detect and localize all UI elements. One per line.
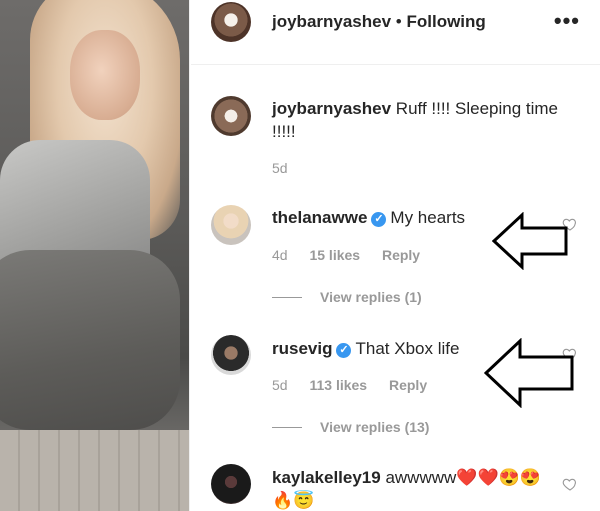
comment-time: 5d — [272, 377, 288, 393]
arrow-pointer-icon — [492, 212, 568, 270]
header-separator: • — [395, 12, 402, 31]
photo-floor — [0, 430, 190, 511]
header-username[interactable]: joybarnyashev — [272, 12, 391, 31]
comment-text-line2: 🔥😇 — [272, 491, 315, 510]
follow-status[interactable]: Following — [406, 12, 485, 31]
photo-face — [70, 30, 140, 120]
comment-username[interactable]: thelanawwe — [272, 208, 367, 227]
comment-username[interactable]: kaylakelley19 — [272, 468, 381, 487]
view-replies-line — [272, 427, 302, 428]
comment-text: That Xbox life — [355, 339, 460, 358]
photo-cushion — [0, 250, 180, 430]
comment-likes[interactable]: 113 likes — [309, 377, 367, 393]
post-header: joybarnyashev • Following — [272, 12, 486, 32]
caption: joybarnyashev Ruff !!!! Sleeping time !!… — [272, 97, 560, 143]
reply-button[interactable]: Reply — [389, 377, 427, 393]
comments-panel: joybarnyashev • Following ••• joybarnyas… — [191, 0, 600, 511]
view-replies[interactable]: View replies (13) — [272, 419, 429, 435]
reply-button[interactable]: Reply — [382, 247, 420, 263]
comment-meta: 5d 113 likes Reply — [272, 377, 445, 393]
view-replies-line — [272, 297, 302, 298]
verified-badge-icon: ✓ — [371, 212, 387, 227]
comment-item: kaylakelley19 awwwww❤️❤️😍😍 🔥😇 — [272, 466, 560, 511]
comment-text: awwwww❤️❤️😍😍 — [385, 468, 541, 487]
comment-likes[interactable]: 15 likes — [309, 247, 360, 263]
caption-avatar[interactable] — [211, 96, 251, 136]
comment-text: My hearts — [390, 208, 466, 227]
caption-time: 5d — [272, 160, 288, 176]
comment-avatar[interactable] — [211, 335, 251, 375]
verified-badge-icon: ✓ — [336, 343, 352, 358]
comment-avatar[interactable] — [211, 464, 251, 504]
comment-meta: 4d 15 likes Reply — [272, 247, 438, 263]
comment-time: 4d — [272, 247, 288, 263]
view-replies[interactable]: View replies (1) — [272, 289, 422, 305]
caption-username[interactable]: joybarnyashev — [272, 99, 391, 118]
more-options-icon[interactable]: ••• — [554, 8, 580, 34]
comment-username[interactable]: rusevig — [272, 339, 332, 358]
header-avatar[interactable] — [211, 2, 251, 42]
arrow-pointer-icon — [484, 338, 574, 408]
view-replies-label[interactable]: View replies (13) — [320, 419, 429, 435]
post-photo — [0, 0, 190, 511]
photo-divider — [189, 0, 190, 511]
view-replies-label[interactable]: View replies (1) — [320, 289, 422, 305]
header-divider — [191, 64, 600, 65]
caption-meta: 5d — [272, 160, 306, 176]
comment-avatar[interactable] — [211, 205, 251, 245]
like-heart-icon[interactable] — [562, 476, 578, 492]
